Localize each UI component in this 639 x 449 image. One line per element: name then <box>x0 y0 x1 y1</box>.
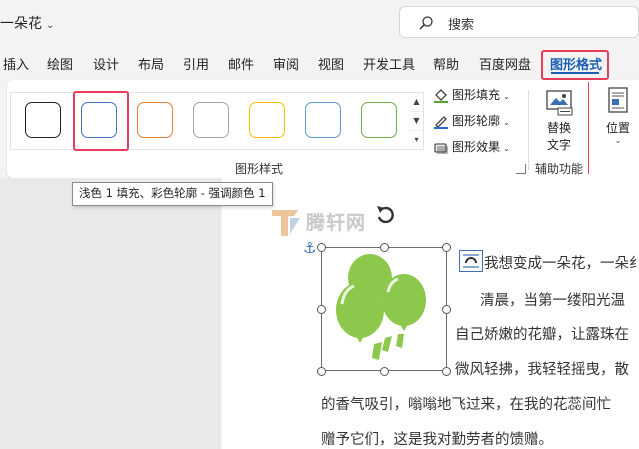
search-placeholder: 搜索 <box>448 18 475 33</box>
text-line-1: 我想变成一朵花，一朵纟 <box>484 256 639 272</box>
chevron-down-icon: ⌄ <box>503 144 510 153</box>
search-box[interactable]: 搜索 <box>399 6 639 38</box>
chevron-down-icon: ⌄ <box>503 118 510 127</box>
position-icon <box>608 87 628 113</box>
gallery-down-icon[interactable]: ▼ <box>410 112 423 131</box>
anchor-icon[interactable]: ⚓ <box>303 239 316 257</box>
selected-swatch-highlight <box>73 91 129 151</box>
text-line-6: 赠予它们，这是我对勤劳者的馈赠。 <box>321 432 553 448</box>
title-bar: 一朵花 ⌄ 搜索 <box>0 0 639 46</box>
tab-developer[interactable]: 开发工具 <box>363 54 415 73</box>
resize-handle-top[interactable] <box>380 243 389 252</box>
gallery-up-icon[interactable]: ▲ <box>410 93 423 112</box>
shape-selection-frame[interactable] <box>321 247 447 371</box>
tab-view[interactable]: 视图 <box>318 54 344 73</box>
paint-bucket-icon <box>434 88 448 103</box>
shape-effects-button[interactable]: 图形效果 ⌄ <box>433 138 510 155</box>
tab-help[interactable]: 帮助 <box>433 54 459 73</box>
text-line-4: 微风轻拂，我轻轻摇曳，散 <box>455 362 629 378</box>
shape-effects-label: 图形效果 <box>452 140 501 154</box>
tab-review[interactable]: 审阅 <box>273 54 299 73</box>
shape-effects-icon <box>434 142 448 154</box>
active-tab-highlight <box>541 50 609 80</box>
gallery-scroll: ▲ ▼ ▾ <box>410 92 424 150</box>
resize-handle-bottom-left[interactable] <box>317 367 326 376</box>
tab-draw[interactable]: 绘图 <box>47 54 73 73</box>
shape-outline-button[interactable]: 图形轮廓 ⌄ <box>433 112 510 129</box>
watermark-subtext: · · · · · · · · <box>306 231 345 237</box>
group-highlight-edge <box>588 82 589 174</box>
position-label: 位置 <box>605 121 630 135</box>
watermark-logo-icon <box>272 210 300 236</box>
tab-insert[interactable]: 插入 <box>3 54 29 73</box>
alt-text-label-1: 替换 <box>546 121 571 135</box>
shape-outline-label: 图形轮廓 <box>452 114 501 128</box>
tab-mailings[interactable]: 邮件 <box>228 54 254 73</box>
style-swatch-accent2[interactable] <box>137 102 173 138</box>
document-margin-area <box>0 178 221 449</box>
style-swatch-black[interactable] <box>25 102 61 138</box>
shape-styles-group-label: 图形样式 <box>235 162 284 176</box>
search-icon <box>419 16 433 30</box>
style-swatch-accent4[interactable] <box>249 102 285 138</box>
style-tooltip: 浅色 1 填充、彩色轮廓 - 强调颜色 1 <box>72 182 273 206</box>
text-line-3: 自己娇嫩的花瓣，让露珠在 <box>455 327 629 343</box>
shape-styles-gallery <box>10 92 412 150</box>
shape-fill-button[interactable]: 图形填充 ⌄ <box>433 86 510 103</box>
alt-text-button[interactable]: 替换 文字 <box>538 88 580 153</box>
tab-baidu-netdisk[interactable]: 百度网盘 <box>479 54 531 73</box>
rotate-handle-icon[interactable] <box>373 203 399 227</box>
style-swatch-accent6[interactable] <box>361 102 397 138</box>
document-title[interactable]: 一朵花 ⌄ <box>0 13 54 33</box>
resize-handle-top-right[interactable] <box>442 243 451 252</box>
resize-handle-bottom[interactable] <box>380 367 389 376</box>
layout-options-icon[interactable] <box>459 250 483 272</box>
tab-references[interactable]: 引用 <box>183 54 209 73</box>
tab-design[interactable]: 设计 <box>93 54 119 73</box>
document-title-text: 一朵花 <box>0 16 42 32</box>
resize-handle-bottom-right[interactable] <box>442 367 451 376</box>
pen-outline-icon <box>434 115 448 129</box>
alt-text-label-2: 文字 <box>546 138 571 152</box>
accessibility-group-label: 辅助功能 <box>535 162 584 176</box>
gallery-more-icon[interactable]: ▾ <box>410 131 423 149</box>
style-swatch-accent5[interactable] <box>305 102 341 138</box>
text-line-5: 的香气吸引，嗡嗡地飞过来，在我的花蕊间忙 <box>321 397 611 413</box>
resize-handle-top-left[interactable] <box>317 243 326 252</box>
dialog-launcher-icon[interactable] <box>516 164 526 174</box>
resize-handle-right[interactable] <box>442 305 451 314</box>
chevron-down-icon: ⌄ <box>503 92 510 101</box>
tab-layout[interactable]: 布局 <box>138 54 164 73</box>
shape-fill-label: 图形填充 <box>452 88 501 102</box>
position-button[interactable]: 位置 ⌄ <box>598 86 638 145</box>
group-divider <box>528 90 529 170</box>
text-line-2: 清晨，当第一缕阳光温 <box>480 293 625 309</box>
alt-text-icon <box>546 90 573 116</box>
resize-handle-left[interactable] <box>317 305 326 314</box>
style-swatch-accent3[interactable] <box>193 102 229 138</box>
chevron-down-icon[interactable]: ⌄ <box>46 20 54 31</box>
chevron-down-icon: ⌄ <box>614 136 622 145</box>
